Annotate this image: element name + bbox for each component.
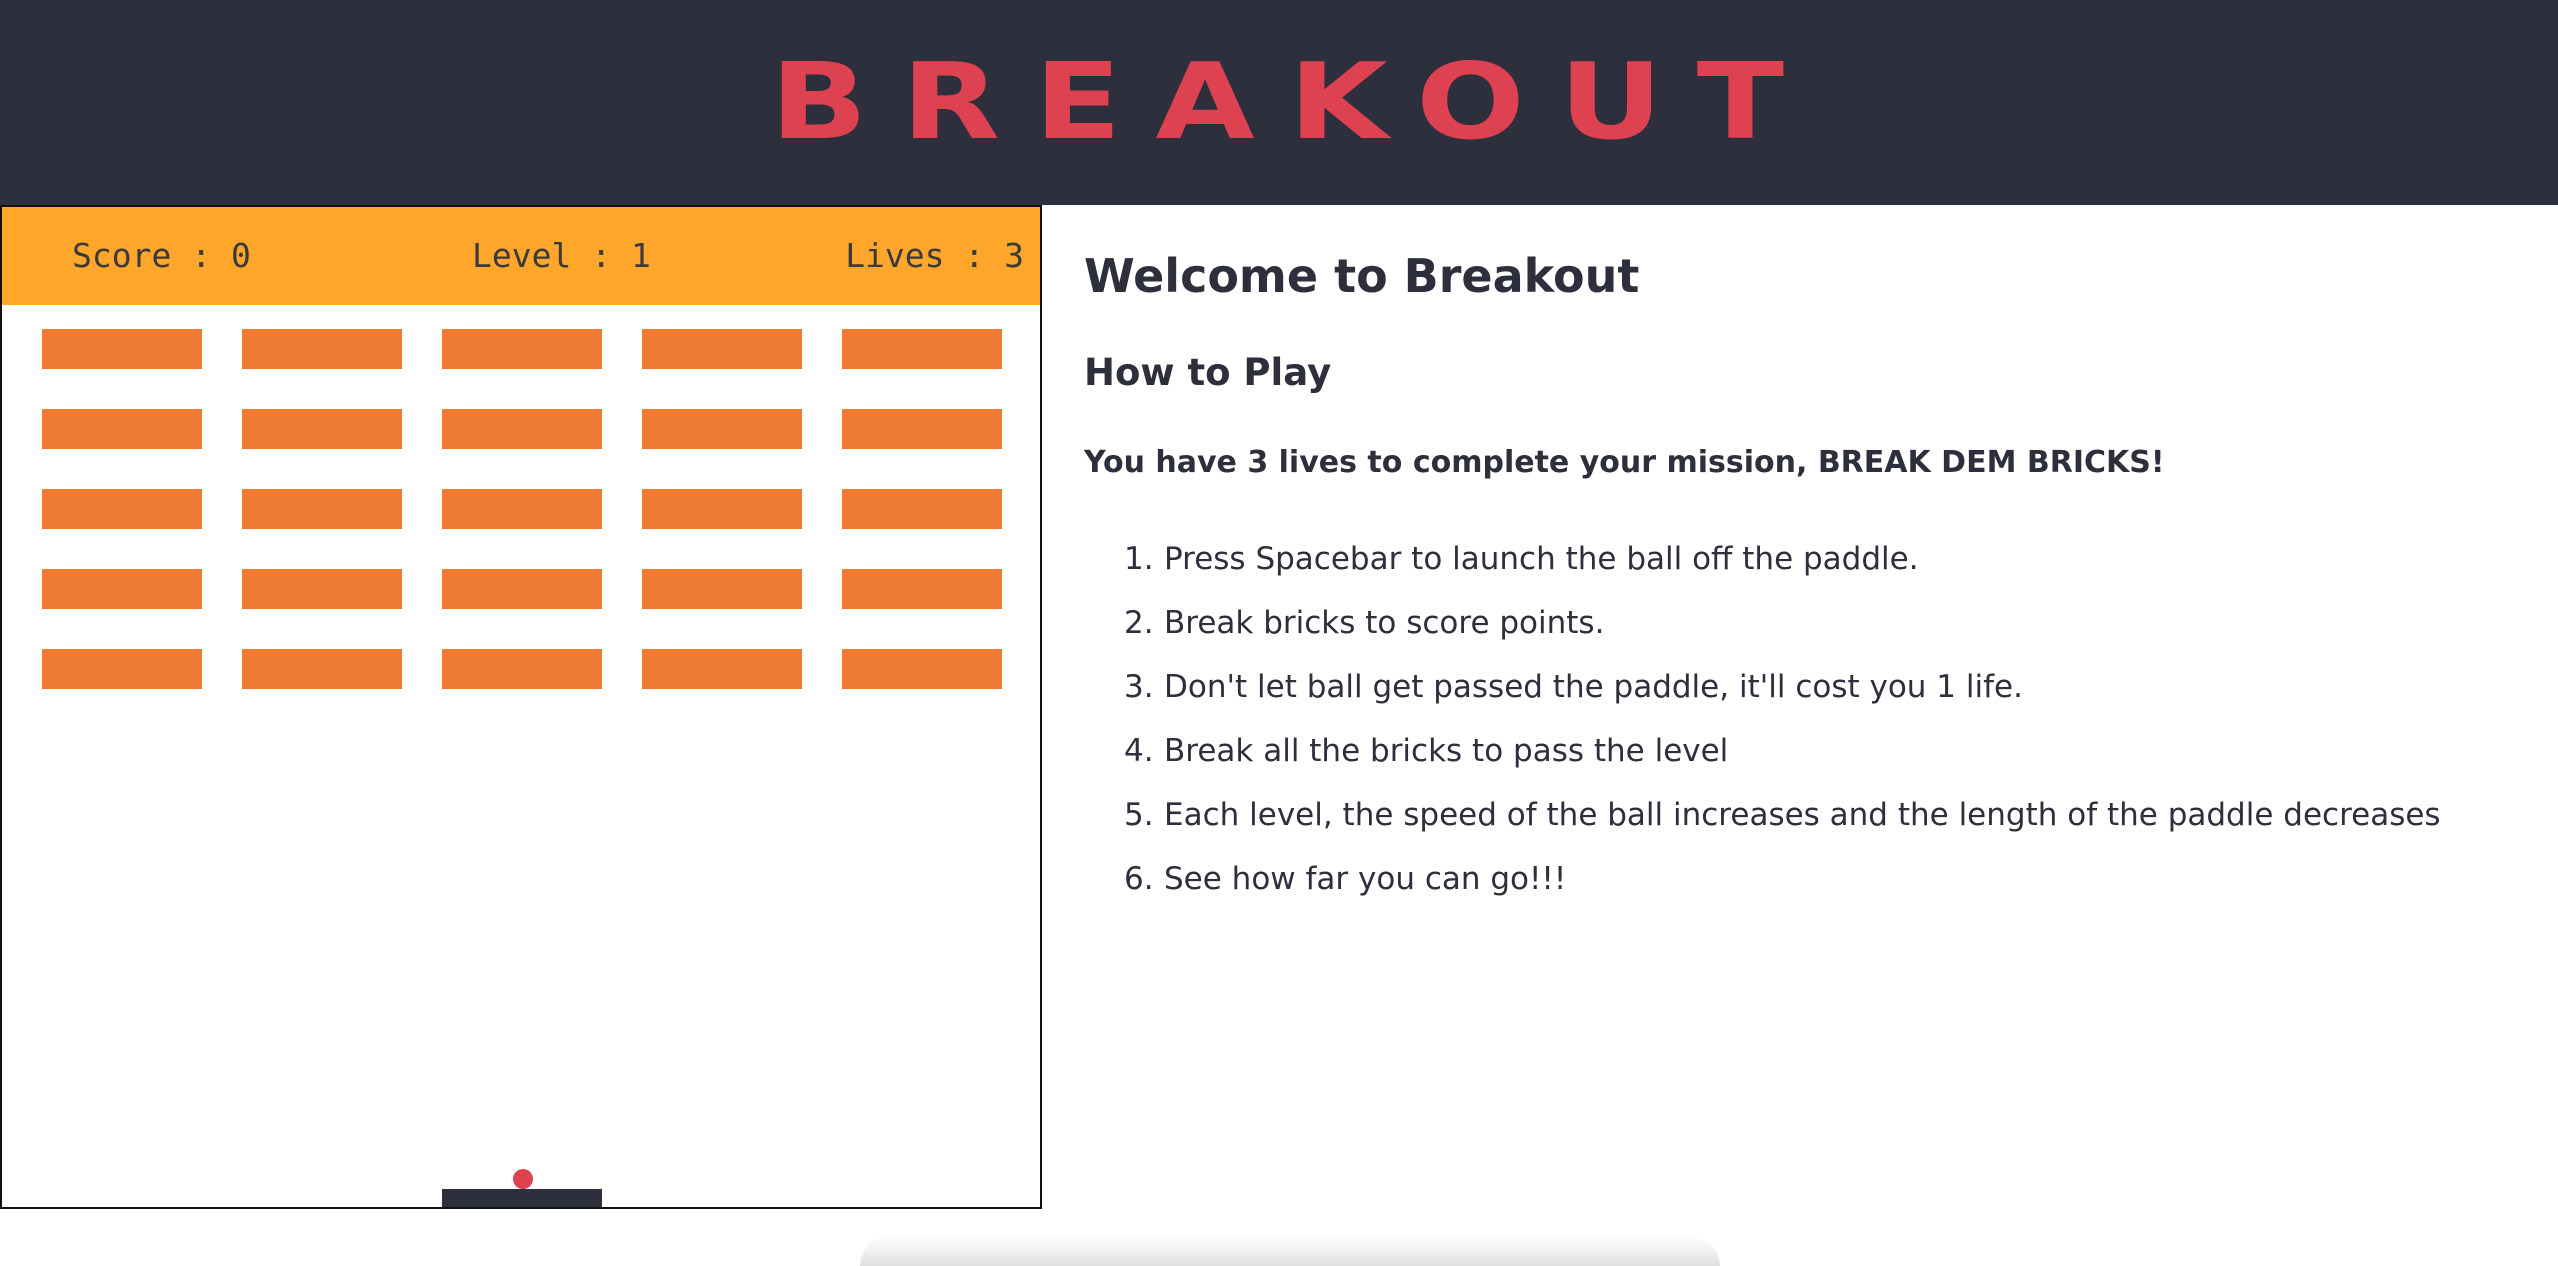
- brick: [242, 489, 402, 529]
- brick: [442, 489, 602, 529]
- brick: [42, 649, 202, 689]
- rule-number: 4.: [1124, 733, 1154, 769]
- bottom-shadow: [860, 1236, 1720, 1266]
- rules-list: 1. Press Spacebar to launch the ball off…: [1084, 527, 2441, 911]
- rule-item: 4. Break all the bricks to pass the leve…: [1084, 719, 2441, 783]
- brick: [242, 569, 402, 609]
- brick: [42, 329, 202, 369]
- rule-number: 1.: [1124, 541, 1154, 577]
- game-canvas[interactable]: Score : 0 Level : 1 Lives : 3: [0, 205, 1042, 1209]
- brick: [42, 409, 202, 449]
- brick: [42, 489, 202, 529]
- brick: [842, 489, 1002, 529]
- rule-item: 6. See how far you can go!!!: [1084, 847, 2441, 911]
- ball: [513, 1169, 533, 1189]
- paddle[interactable]: [442, 1189, 602, 1207]
- brick: [842, 329, 1002, 369]
- rule-text: Break bricks to score points.: [1164, 605, 1605, 641]
- rule-item: 1. Press Spacebar to launch the ball off…: [1084, 527, 2441, 591]
- rule-text: See how far you can go!!!: [1164, 861, 1567, 897]
- rule-number: 2.: [1124, 605, 1154, 641]
- brick: [642, 329, 802, 369]
- rule-text: Break all the bricks to pass the level: [1164, 733, 1729, 769]
- mission-text: You have 3 lives to complete your missio…: [1084, 445, 2165, 480]
- brick: [642, 649, 802, 689]
- rule-item: 2. Break bricks to score points.: [1084, 591, 2441, 655]
- rule-item: 5. Each level, the speed of the ball inc…: [1084, 783, 2441, 847]
- header-bar: BREAKOUT: [0, 0, 2558, 205]
- brick: [642, 569, 802, 609]
- rule-item: 3. Don't let ball get passed the paddle,…: [1084, 655, 2441, 719]
- brick: [242, 409, 402, 449]
- brick: [842, 409, 1002, 449]
- brick: [442, 569, 602, 609]
- rule-number: 6.: [1124, 861, 1154, 897]
- brick: [642, 409, 802, 449]
- brick: [242, 329, 402, 369]
- how-to-play-heading: How to Play: [1084, 351, 1332, 394]
- rule-text: Don't let ball get passed the paddle, it…: [1164, 669, 2023, 705]
- brick: [842, 569, 1002, 609]
- rule-text: Press Spacebar to launch the ball off th…: [1164, 541, 1919, 577]
- brick: [442, 329, 602, 369]
- brick: [42, 569, 202, 609]
- brick-field: [2, 207, 1040, 1207]
- rule-text: Each level, the speed of the ball increa…: [1164, 797, 2441, 833]
- rule-number: 5.: [1124, 797, 1154, 833]
- welcome-heading: Welcome to Breakout: [1084, 249, 1640, 303]
- brick: [442, 409, 602, 449]
- rule-number: 3.: [1124, 669, 1154, 705]
- game-title: BREAKOUT: [769, 40, 1819, 164]
- brick: [842, 649, 1002, 689]
- brick: [242, 649, 402, 689]
- brick: [442, 649, 602, 689]
- brick: [642, 489, 802, 529]
